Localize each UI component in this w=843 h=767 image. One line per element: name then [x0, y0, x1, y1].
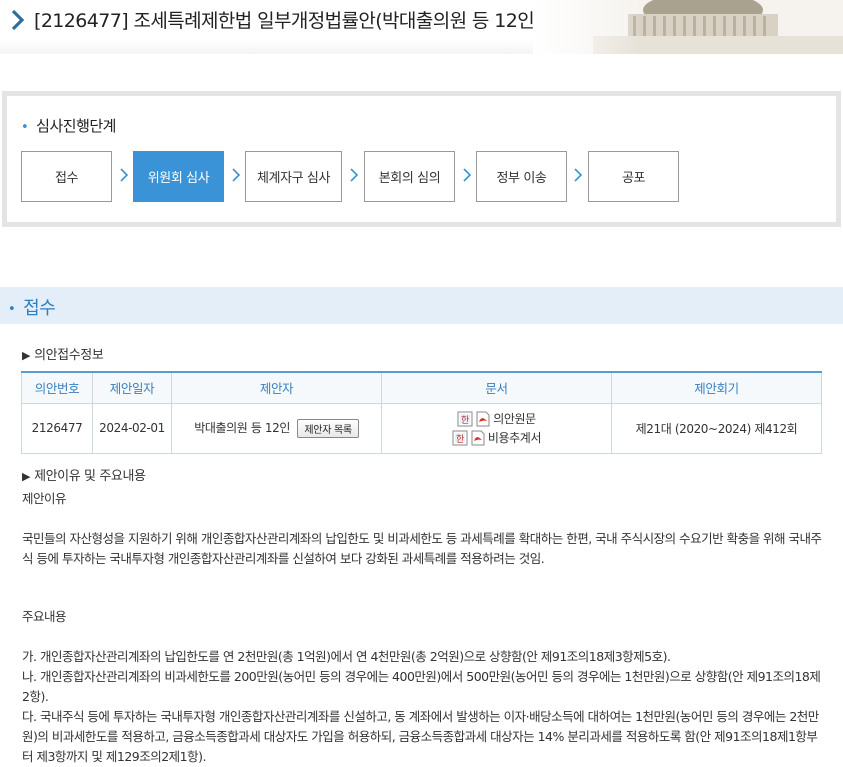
table-header-row: 의안번호 제안일자 제안자 문서 제안회기 — [21, 371, 822, 404]
section-title: • 접수 — [8, 294, 56, 320]
pdf-file-icon[interactable] — [475, 411, 491, 427]
chevron-right-icon — [574, 168, 583, 182]
pdf-file-icon[interactable] — [470, 430, 486, 446]
bill-info-subhead-label: 의안접수정보 — [34, 348, 104, 363]
hwp-file-icon[interactable]: 한 — [452, 430, 468, 446]
stage-step-government-transfer[interactable]: 정부 이송 — [476, 151, 567, 202]
doc-link-cost-estimate[interactable]: 한 비용추계서 — [382, 428, 611, 447]
review-stage-panel: • 심사진행단계 접수 위원회 심사 체계자구 심사 본회의 심의 정부 이송 공… — [2, 91, 841, 227]
col-header-session: 제안회기 — [611, 371, 822, 404]
col-header-date: 제안일자 — [92, 371, 172, 404]
stage-step-committee[interactable]: 위원회 심사 — [133, 151, 224, 202]
proposer-cell: 박대출의원 등 12인 제안자 목록 — [171, 402, 382, 454]
bill-info-subhead: ▶ 의안접수정보 — [22, 344, 104, 363]
stage-step-legislation-review[interactable]: 체계자구 심사 — [245, 151, 342, 202]
reason-text: 국민들의 자산형성을 지원하기 위해 개인종합자산관리계좌의 납입한도 및 비과… — [22, 531, 822, 566]
doc-original-label[interactable]: 의안원문 — [493, 410, 536, 427]
doc-link-original[interactable]: 한 의안원문 — [382, 409, 611, 428]
main-item-a: 가. 개인종합자산관리계좌의 납입한도를 연 2천만원(총 1억원)에서 연 4… — [22, 649, 671, 664]
stage-step-plenary[interactable]: 본회의 심의 — [364, 151, 455, 202]
reason-subhead-label: 제안이유 및 주요내용 — [34, 469, 146, 484]
bullet-icon: • — [21, 120, 29, 135]
section-title-label: 접수 — [23, 298, 56, 319]
date-cell: 2024-02-01 — [92, 402, 172, 454]
docs-cell: 한 의안원문 한 비용추계서 — [381, 402, 612, 454]
table-row: 2126477 2024-02-01 박대출의원 등 12인 제안자 목록 한 … — [21, 402, 822, 454]
session-cell: 제21대 (2020~2024) 제412회 — [611, 402, 822, 454]
reason-title: 제안이유 — [22, 491, 67, 506]
doc-cost-estimate-label[interactable]: 비용추계서 — [488, 429, 542, 446]
stage-heading-label: 심사진행단계 — [36, 117, 116, 135]
bullet-icon: • — [8, 301, 16, 317]
proposer-list-button[interactable]: 제안자 목록 — [297, 418, 359, 438]
page-header: [2126477] 조세특례제한법 일부개정법률안(박대출의원 등 12인) — [0, 0, 843, 54]
hwp-file-icon[interactable]: 한 — [457, 411, 473, 427]
chevron-right-icon — [120, 168, 129, 182]
chevron-right-icon — [463, 168, 472, 182]
main-content-title: 주요내용 — [22, 609, 67, 624]
chevron-right-icon — [350, 168, 359, 182]
proposer-text: 박대출의원 등 12인 — [194, 420, 290, 435]
main-item-b: 나. 개인종합자산관리계좌의 비과세한도를 200만원(농어민 등의 경우에는 … — [22, 669, 821, 704]
col-header-bill-no: 의안번호 — [21, 371, 93, 404]
main-item-c: 다. 국내주식 등에 투자하는 국내투자형 개인종합자산관리계좌를 신설하고, … — [22, 709, 819, 764]
triangle-right-icon: ▶ — [22, 470, 31, 483]
chevron-right-icon — [12, 10, 24, 30]
bill-info-table: 의안번호 제안일자 제안자 문서 제안회기 2126477 2024-02-01… — [21, 371, 822, 454]
bill-no-cell: 2126477 — [21, 402, 93, 454]
chevron-right-icon — [232, 168, 241, 182]
assembly-building-image — [533, 0, 843, 54]
col-header-proposer: 제안자 — [171, 371, 382, 404]
triangle-right-icon: ▶ — [22, 349, 31, 362]
col-header-docs: 문서 — [381, 371, 612, 404]
stage-step-promulgation[interactable]: 공포 — [588, 151, 679, 202]
section-header-receipt: • 접수 — [0, 287, 843, 324]
stage-heading: • 심사진행단계 — [21, 115, 116, 136]
stage-step-receipt[interactable]: 접수 — [21, 151, 112, 202]
page-title: [2126477] 조세특례제한법 일부개정법률안(박대출의원 등 12인) — [34, 10, 541, 32]
svg-text:한: 한 — [461, 415, 469, 426]
reason-subhead: ▶ 제안이유 및 주요내용 — [22, 465, 146, 484]
svg-text:한: 한 — [456, 434, 464, 445]
